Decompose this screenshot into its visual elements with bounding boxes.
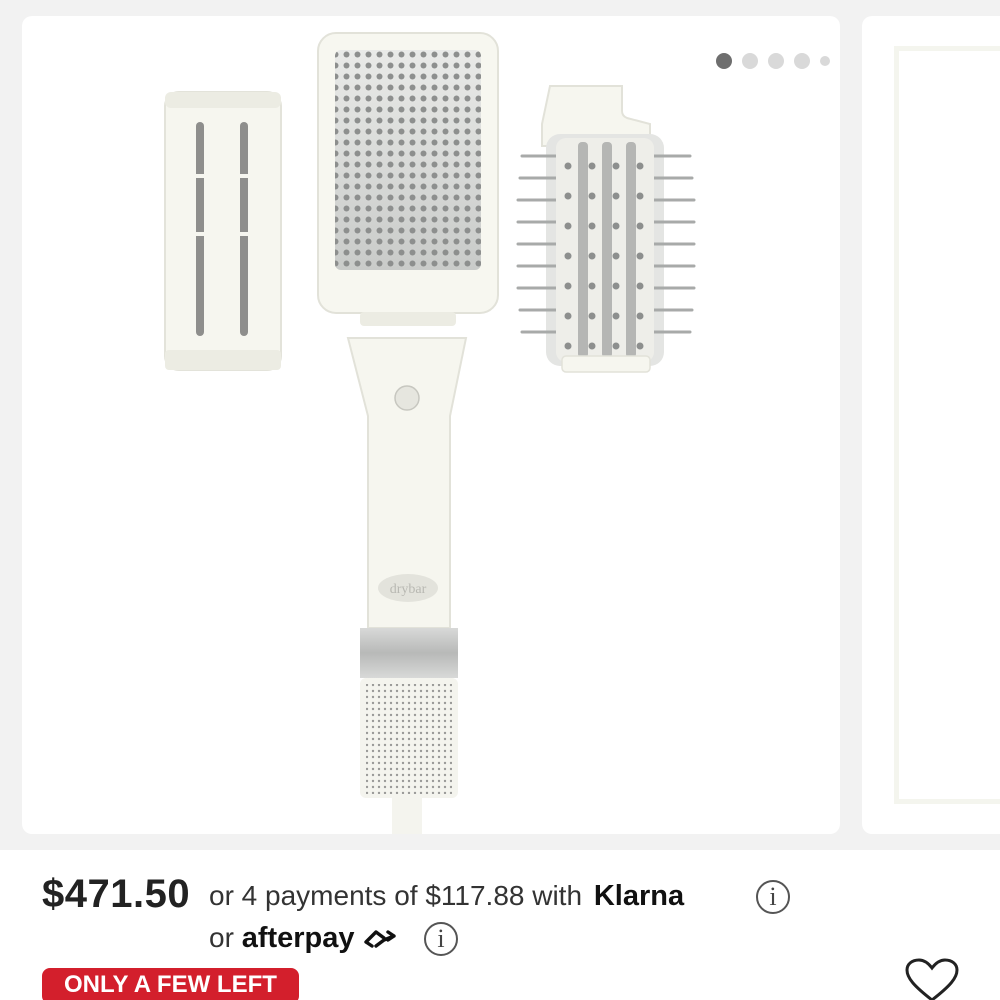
afterpay-installments: or afterpay: [209, 922, 398, 955]
afterpay-logo: afterpay: [241, 922, 355, 954]
afterpay-prefix: or: [209, 922, 234, 953]
carousel-dot-1[interactable]: [716, 53, 732, 69]
dryer-handle: drybar: [346, 337, 468, 834]
afterpay-arrows-icon: [364, 930, 396, 948]
product-image-card[interactable]: drybar: [22, 16, 840, 834]
carousel-dot-4[interactable]: [794, 53, 810, 69]
brand-mark: drybar: [390, 582, 427, 597]
heart-icon[interactable]: [904, 958, 960, 1000]
next-image-card-peek[interactable]: [862, 16, 1000, 834]
klarna-logo: Klarna: [593, 880, 685, 912]
carousel-dot-5[interactable]: [820, 56, 830, 66]
carousel-dots[interactable]: [716, 53, 830, 69]
next-image-frame: [894, 46, 1000, 804]
product-price: $471.50: [42, 872, 191, 916]
product-image: drybar: [164, 32, 696, 834]
concentrator-attachment: [164, 91, 282, 371]
carousel-dot-2[interactable]: [742, 53, 758, 69]
paddle-brush-attachment: [317, 32, 499, 326]
installment-text: or 4 payments of $117.88 with: [209, 880, 583, 911]
afterpay-info-icon[interactable]: i: [424, 922, 458, 956]
klarna-info-icon[interactable]: i: [756, 880, 790, 914]
product-page: drybar $471.50 or 4 payments of $117.88 …: [0, 0, 1000, 1000]
carousel-dot-3[interactable]: [768, 53, 784, 69]
image-carousel[interactable]: drybar: [0, 0, 1000, 850]
stock-badge: ONLY A FEW LEFT: [42, 968, 299, 1000]
klarna-installments: or 4 payments of $117.88 with Klarna: [209, 880, 684, 913]
product-info: $471.50 or 4 payments of $117.88 with Kl…: [0, 850, 1000, 1000]
round-brush-attachment: [516, 85, 696, 373]
